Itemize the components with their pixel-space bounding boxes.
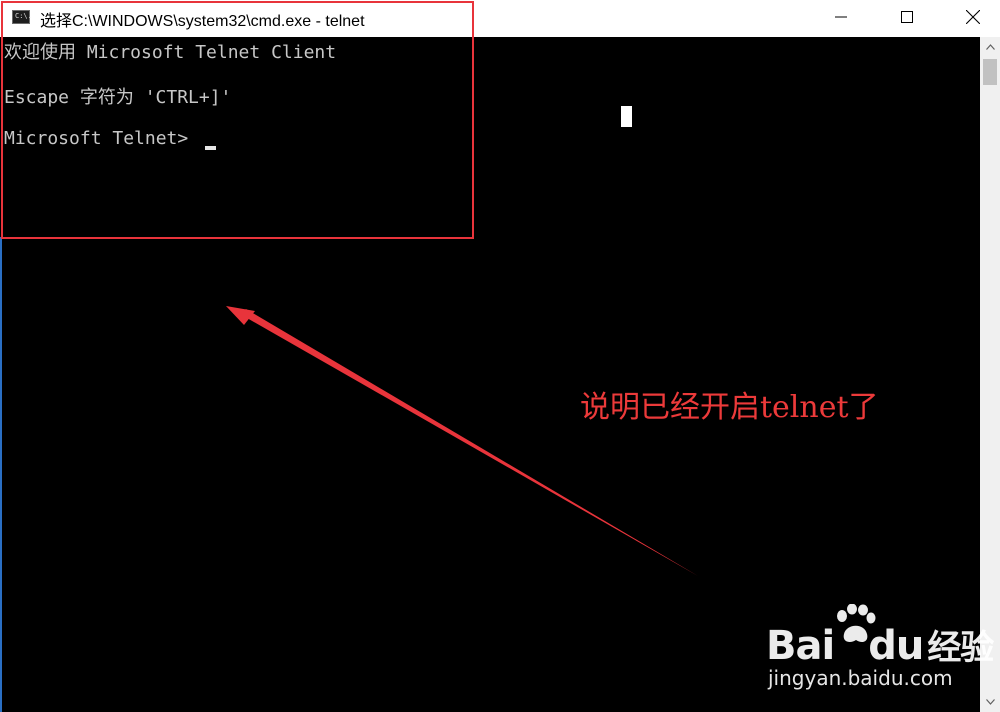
scroll-thumb[interactable] — [983, 59, 997, 85]
maximize-button[interactable] — [884, 0, 930, 34]
chevron-down-icon — [985, 699, 995, 705]
minimize-button[interactable] — [818, 0, 864, 34]
annotation-text: 说明已经开启telnet了 — [580, 390, 879, 425]
chevron-up-icon — [985, 44, 995, 50]
close-icon — [966, 10, 980, 24]
window-edge — [0, 237, 2, 712]
minimize-icon — [835, 16, 847, 18]
maximize-icon — [901, 11, 913, 23]
highlight-box — [1, 1, 474, 239]
scroll-up-button[interactable] — [980, 37, 1000, 57]
mouse-caret — [621, 106, 632, 127]
scroll-down-button[interactable] — [980, 692, 1000, 712]
vertical-scrollbar[interactable] — [980, 37, 1000, 712]
close-button[interactable] — [950, 0, 996, 34]
